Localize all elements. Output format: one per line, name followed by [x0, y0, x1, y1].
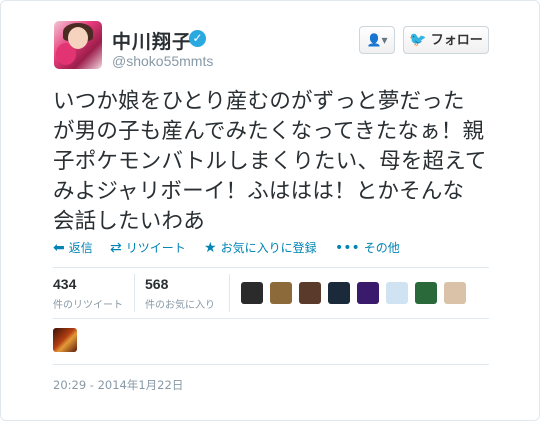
avatar-face [68, 27, 88, 49]
favorite-count-stat[interactable]: 568 件のお気に入り [145, 276, 215, 311]
retweet-count: 434 [53, 276, 77, 292]
retweet-count-label: 件のリツイート [53, 300, 123, 311]
favorite-count: 568 [145, 276, 169, 292]
media-thumbnail[interactable] [53, 328, 77, 352]
reply-label: 返信 [68, 241, 93, 255]
more-action[interactable]: ••• その他 [335, 239, 400, 256]
star-icon: ★ [204, 240, 217, 256]
reply-action[interactable]: ⬅ 返信 [53, 239, 93, 256]
twitter-bird-icon: 🐦 [409, 32, 427, 48]
retweet-icon: ⇄ [110, 240, 122, 256]
stat-separator [134, 274, 135, 312]
user-handle[interactable]: @shoko55mmts [112, 53, 213, 69]
retweet-label: リツイート [125, 241, 186, 255]
tweet-card: 中川翔子 ✓ @shoko55mmts 👤▾ 🐦 フォロー いつか娘をひとり産むの… [0, 0, 540, 421]
favoriter-avatar-8[interactable] [444, 282, 466, 304]
follow-button[interactable]: 🐦 フォロー [403, 26, 489, 54]
divider [53, 267, 489, 268]
retweet-count-stat[interactable]: 434 件のリツイート [53, 276, 123, 311]
stat-separator [229, 274, 230, 312]
favoriter-avatar-5[interactable] [357, 282, 379, 304]
more-icon: ••• [335, 240, 360, 256]
user-avatar[interactable] [54, 21, 102, 69]
reply-icon: ⬅ [53, 240, 65, 256]
favoriter-avatar-1[interactable] [241, 282, 263, 304]
divider [53, 318, 489, 319]
tweet-text: いつか娘をひとり産むのがずっと夢だった が男の子も産んでみたくなってきたなぁ！親… [53, 89, 487, 234]
favoriter-avatar-6[interactable] [386, 282, 408, 304]
user-actions-button[interactable]: 👤▾ [359, 26, 395, 54]
retweet-action[interactable]: ⇄ リツイート [110, 239, 186, 256]
favorite-label: お気に入りに登録 [220, 241, 317, 255]
favoriter-avatar-2[interactable] [270, 282, 292, 304]
user-display-name[interactable]: 中川翔子 [112, 27, 192, 54]
favoriter-avatar-3[interactable] [299, 282, 321, 304]
favorite-count-label: 件のお気に入り [145, 300, 215, 311]
user-icon: 👤▾ [366, 33, 388, 47]
favorite-action[interactable]: ★ お気に入りに登録 [204, 239, 317, 256]
favoriter-avatar-7[interactable] [415, 282, 437, 304]
more-label: その他 [363, 241, 400, 255]
verified-badge-icon: ✓ [189, 30, 206, 47]
divider [53, 364, 489, 365]
tweet-timestamp[interactable]: 20:29 - 2014年1月22日 [53, 377, 183, 393]
follow-label: フォロー [430, 33, 483, 48]
favoriter-avatar-4[interactable] [328, 282, 350, 304]
